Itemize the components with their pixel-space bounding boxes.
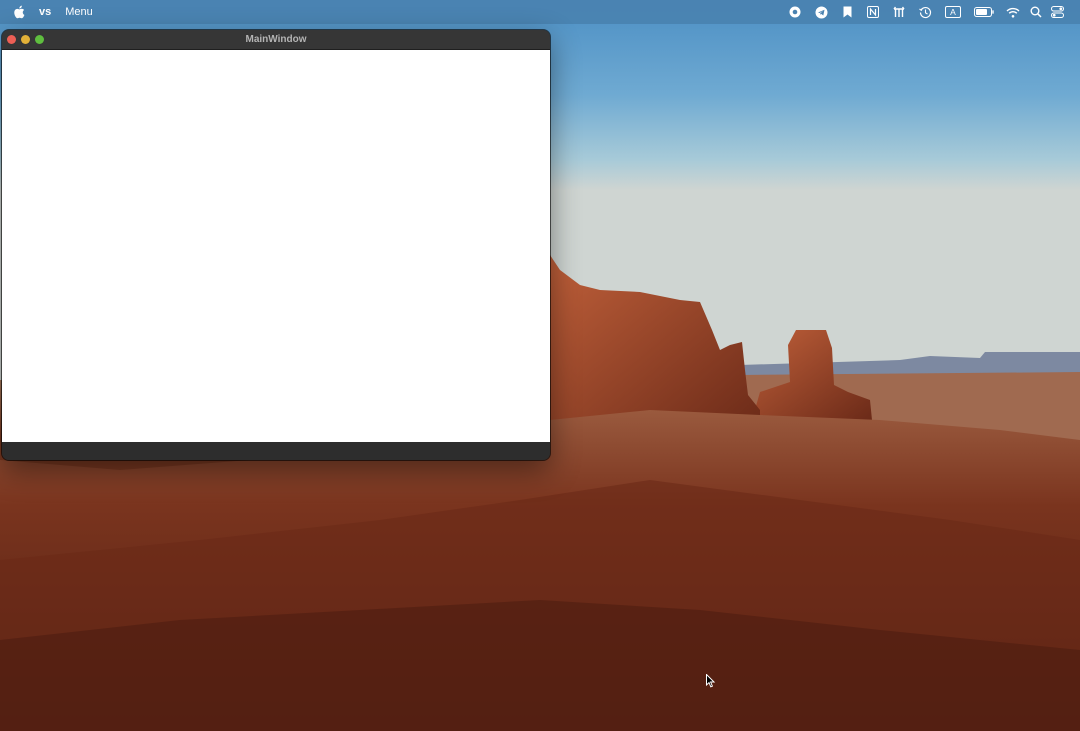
window-controls [7, 35, 44, 44]
wifi-icon[interactable] [1000, 0, 1026, 24]
apple-menu-icon[interactable] [13, 5, 25, 19]
desktop: vs Menu A MainWindow [0, 0, 1080, 731]
menu-bar: vs Menu A [0, 0, 1080, 24]
keyboard-input-icon[interactable]: A [938, 0, 968, 24]
search-icon[interactable] [1026, 0, 1046, 24]
window-title: MainWindow [245, 34, 307, 45]
time-machine-icon[interactable] [912, 0, 938, 24]
telegram-icon[interactable] [808, 0, 834, 24]
window-titlebar[interactable]: MainWindow [2, 30, 550, 50]
minimize-button[interactable] [21, 35, 30, 44]
close-button[interactable] [7, 35, 16, 44]
battery-icon[interactable] [968, 0, 1000, 24]
control-center-icon[interactable] [1046, 0, 1068, 24]
sync-icon[interactable] [886, 0, 912, 24]
window-content-area [2, 50, 550, 442]
main-window: MainWindow [2, 30, 550, 460]
menu-item-menu[interactable]: Menu [65, 6, 93, 18]
window-status-bar [2, 442, 550, 460]
record-icon[interactable] [782, 0, 808, 24]
notion-icon[interactable] [860, 0, 886, 24]
mouse-pointer-icon [706, 674, 716, 688]
maximize-button[interactable] [35, 35, 44, 44]
input-source-label: A [950, 7, 956, 17]
app-name-menu[interactable]: vs [39, 6, 51, 18]
bookmark-icon[interactable] [834, 0, 860, 24]
